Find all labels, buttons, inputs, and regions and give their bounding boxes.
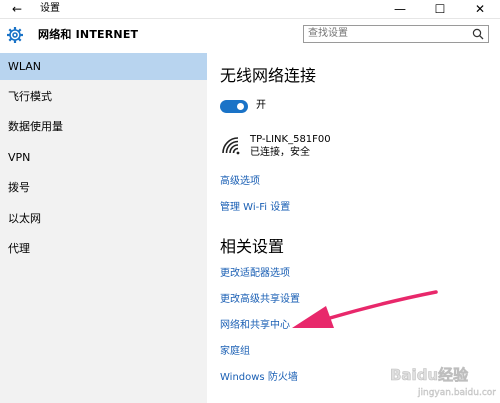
maximize-button[interactable]: ☐ bbox=[420, 0, 460, 18]
sidebar-item-ethernet[interactable]: 以太网 bbox=[0, 205, 207, 232]
network-sharing-center-link[interactable]: 网络和共享中心 bbox=[220, 319, 290, 333]
window-title: 设置 bbox=[40, 3, 60, 14]
advanced-options-link[interactable]: 高级选项 bbox=[220, 175, 260, 189]
wifi-toggle[interactable] bbox=[220, 100, 248, 113]
svg-text:Baidu经验: Baidu经验 bbox=[390, 366, 469, 384]
svg-text:jingyan.baidu.com: jingyan.baidu.com bbox=[417, 388, 496, 398]
sidebar-item-vpn[interactable]: VPN bbox=[0, 144, 207, 171]
gear-icon bbox=[7, 27, 23, 43]
homegroup-link[interactable]: 家庭组 bbox=[220, 345, 250, 359]
back-arrow-icon[interactable]: ← bbox=[8, 1, 26, 17]
close-button[interactable]: ✕ bbox=[460, 0, 500, 18]
network-status: 已连接，安全 bbox=[250, 147, 310, 158]
sidebar-item-proxy[interactable]: 代理 bbox=[0, 235, 207, 262]
sidebar-item-dial-up[interactable]: 拨号 bbox=[0, 174, 207, 201]
minimize-button[interactable]: — bbox=[380, 0, 420, 18]
sidebar: WLAN 飞行模式 数据使用量 VPN 拨号 以太网 代理 bbox=[0, 53, 207, 403]
sidebar-item-airplane-mode[interactable]: 飞行模式 bbox=[0, 83, 207, 110]
change-adapter-options-link[interactable]: 更改适配器选项 bbox=[220, 267, 290, 281]
wifi-signal-icon[interactable] bbox=[220, 135, 242, 155]
annotation-arrow bbox=[292, 290, 438, 328]
search-input[interactable] bbox=[308, 27, 468, 41]
toggle-knob bbox=[237, 103, 244, 110]
page-title: 网络和 INTERNET bbox=[38, 28, 139, 41]
manage-wifi-settings-link[interactable]: 管理 Wi-Fi 设置 bbox=[220, 201, 290, 215]
search-box[interactable] bbox=[303, 25, 489, 43]
network-name[interactable]: TP-LINK_581F00 bbox=[250, 134, 331, 146]
sidebar-item-data-usage[interactable]: 数据使用量 bbox=[0, 113, 207, 140]
wifi-toggle-label: 开 bbox=[256, 100, 266, 111]
sidebar-item-wlan[interactable]: WLAN bbox=[0, 53, 207, 80]
title-bar: ← 设置 — ☐ ✕ bbox=[0, 0, 500, 19]
advanced-sharing-settings-link[interactable]: 更改高级共享设置 bbox=[220, 293, 300, 307]
baidu-jingyan-watermark: Baidu经验 jingyan.baidu.com bbox=[390, 366, 496, 399]
wireless-heading: 无线网络连接 bbox=[220, 66, 317, 85]
related-settings-heading: 相关设置 bbox=[220, 237, 285, 256]
search-icon[interactable] bbox=[472, 28, 484, 40]
windows-firewall-link[interactable]: Windows 防火墙 bbox=[220, 371, 298, 385]
